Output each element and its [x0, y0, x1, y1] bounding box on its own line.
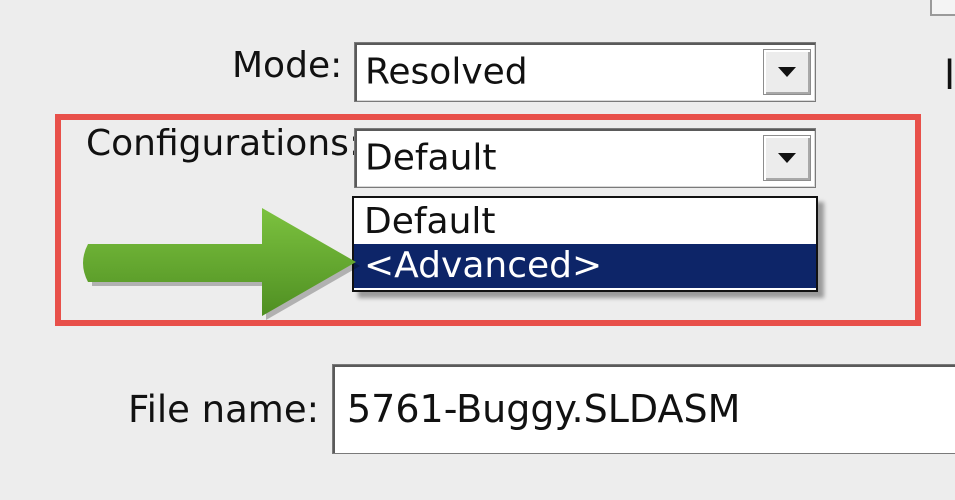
mode-combo[interactable]: Resolved	[354, 42, 816, 102]
configurations-label: Configurations:	[86, 123, 362, 164]
configurations-dropdown-list: Default <Advanced>	[352, 196, 818, 292]
triangle-down-icon	[778, 153, 796, 163]
file-name-input[interactable]: 5761-Buggy.SLDASM	[332, 364, 955, 454]
file-open-dialog-fragment: l Mode: Resolved Configurations: Default…	[0, 0, 955, 500]
configurations-combo[interactable]: Default	[354, 128, 816, 188]
clipped-label-right: l	[944, 53, 955, 99]
mode-value: Resolved	[365, 51, 528, 93]
configurations-dropdown-button[interactable]	[763, 135, 811, 181]
file-name-label: File name:	[128, 388, 320, 431]
triangle-down-icon	[778, 67, 796, 77]
mode-label: Mode:	[232, 45, 343, 86]
dropdown-option-default[interactable]: Default	[354, 200, 816, 244]
dropdown-option-advanced[interactable]: <Advanced>	[354, 244, 816, 288]
file-name-value: 5761-Buggy.SLDASM	[347, 387, 741, 431]
clipped-control-top-right	[930, 0, 955, 16]
green-arrow-right-icon	[83, 208, 360, 320]
configurations-value: Default	[365, 137, 497, 179]
mode-dropdown-button[interactable]	[763, 49, 811, 95]
